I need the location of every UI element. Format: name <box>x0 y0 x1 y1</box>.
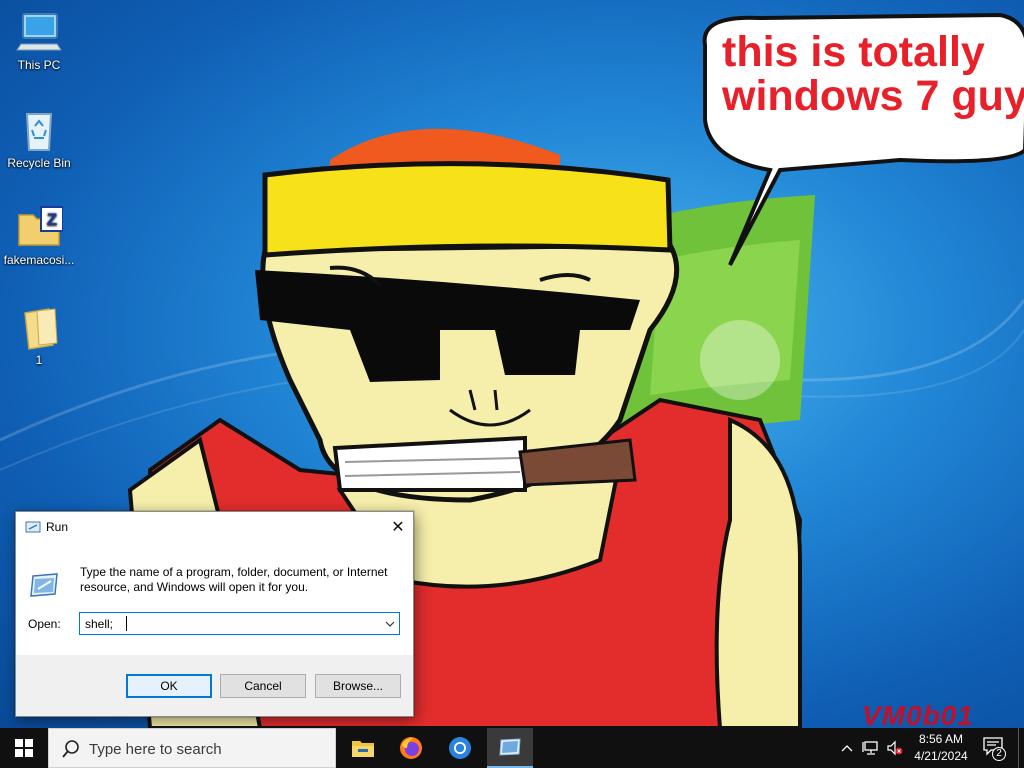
windows-logo-icon <box>15 739 33 757</box>
run-dialog-titlebar[interactable]: Run ✕ <box>16 512 413 542</box>
open-combobox[interactable]: shell; <box>79 612 400 635</box>
clock-time: 8:56 AM <box>918 732 964 746</box>
start-button[interactable] <box>0 728 48 768</box>
desktop-icon-label: This PC <box>17 58 61 72</box>
show-desktop-button[interactable] <box>1018 728 1024 768</box>
speech-bubble-line-2: windows 7 guy <box>722 72 1024 120</box>
taskbar-firefox[interactable] <box>388 728 434 768</box>
browse-button[interactable]: Browse... <box>315 674 401 698</box>
search-placeholder: Type here to search <box>89 741 222 758</box>
taskbar: Type here to search 8:56 AM 4/21/2024 2 <box>0 728 1024 768</box>
cancel-button[interactable]: Cancel <box>220 674 306 698</box>
notification-center-button[interactable]: 2 <box>982 736 1006 761</box>
notification-count-badge: 2 <box>992 747 1006 761</box>
desktop-icon-label: fakemacosi... <box>3 253 75 267</box>
speech-bubble-text: this is totally windows 7 guy <box>722 30 1024 118</box>
desktop-icon-label: 1 <box>35 353 43 367</box>
clock-date: 4/21/2024 <box>914 749 968 763</box>
desktop-icon-fakemacos[interactable]: Z fakemacosi... <box>1 205 77 267</box>
chevron-down-icon[interactable] <box>381 613 399 634</box>
dialog-description: Type the name of a program, folder, docu… <box>80 565 388 594</box>
taskbar-run[interactable] <box>487 728 533 768</box>
close-button[interactable]: ✕ <box>383 512 413 542</box>
open-input[interactable]: shell; <box>85 617 113 631</box>
run-icon <box>499 738 521 756</box>
folder-icon <box>15 305 63 351</box>
run-icon <box>25 520 41 534</box>
volume-muted-icon[interactable] <box>886 738 904 758</box>
zip-archive-icon: Z <box>15 205 64 251</box>
ok-button[interactable]: OK <box>126 674 212 698</box>
recycle-bin-icon <box>15 108 63 154</box>
desktop-icon-recycle-bin[interactable]: Recycle Bin <box>1 108 77 170</box>
taskbar-file-explorer[interactable] <box>340 728 386 768</box>
svg-text:Z: Z <box>47 210 57 229</box>
text-caret <box>126 616 127 631</box>
wallpaper-watermark: VM0b01 <box>862 700 974 728</box>
run-dialog-body: Type the name of a program, folder, docu… <box>16 542 413 655</box>
desktop-icon-this-pc[interactable]: This PC <box>1 10 77 72</box>
close-icon: ✕ <box>391 519 405 536</box>
system-clock[interactable]: 8:56 AM 4/21/2024 <box>910 731 972 765</box>
run-program-icon <box>29 570 61 600</box>
search-icon <box>61 739 81 759</box>
taskbar-chrome[interactable] <box>437 728 483 768</box>
network-icon[interactable] <box>862 738 880 758</box>
firefox-icon <box>400 737 422 759</box>
open-label: Open: <box>28 617 61 631</box>
file-explorer-icon <box>352 741 374 757</box>
run-dialog-footer: OK Cancel Browse... <box>16 655 413 716</box>
chrome-icon <box>449 737 471 759</box>
desktop-icon-label: Recycle Bin <box>7 156 71 170</box>
dialog-title: Run <box>46 520 69 534</box>
speech-bubble-line-1: this is totally <box>722 28 985 76</box>
run-dialog: Run ✕ Type the name of a program, folder… <box>15 511 414 717</box>
computer-icon <box>15 10 63 56</box>
desktop-icon-folder-1[interactable]: 1 <box>1 305 77 367</box>
taskbar-search-box[interactable]: Type here to search <box>48 728 336 768</box>
chevron-up-icon[interactable] <box>838 738 856 758</box>
